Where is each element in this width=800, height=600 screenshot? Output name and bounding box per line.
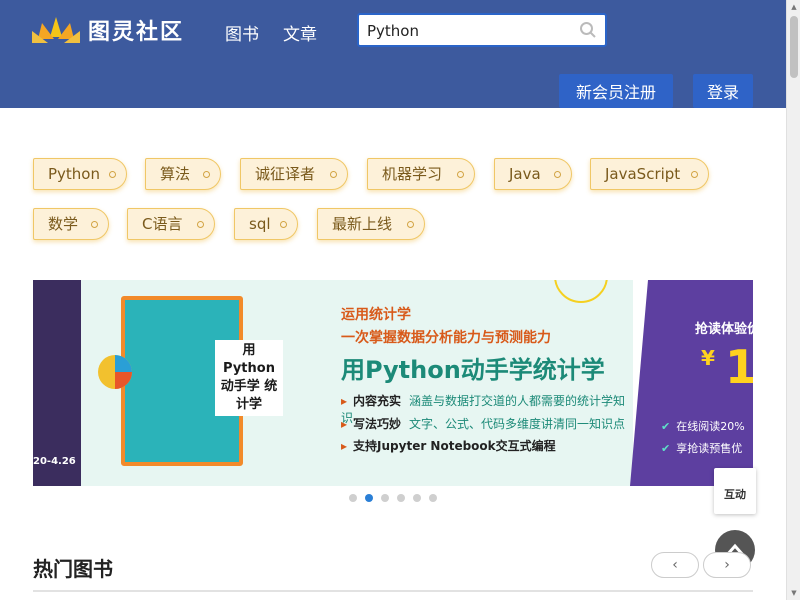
nav-articles[interactable]: 文章 (283, 20, 317, 45)
tag-sql[interactable]: sql (234, 208, 298, 240)
tag-label: Java (509, 165, 541, 183)
tag-python[interactable]: Python (33, 158, 127, 190)
interact-label: 互动 (724, 488, 746, 501)
book-cover: 用Python 动手学 统计学 (121, 296, 283, 466)
tag-label: C语言 (142, 215, 183, 233)
tag-ml[interactable]: 机器学习 (367, 158, 475, 190)
carousel-dot[interactable] (429, 494, 437, 502)
banner-line-2: 一次掌握数据分析能力与预测能力 (341, 330, 551, 346)
promo-title: 抢读体验价 (695, 322, 753, 337)
tag-dot-icon (407, 221, 414, 228)
carousel-banner[interactable]: 20-4.26 用Python 动手学 统计学 运用统计学 一次掌握数据分析能力… (33, 280, 753, 486)
section-divider (33, 590, 753, 592)
carousel-dot[interactable] (381, 494, 389, 502)
tag-dot-icon (554, 171, 561, 178)
carousel-dot[interactable] (349, 494, 357, 502)
banner-feature-2: ▸ 写法巧妙 文字、公式、代码多维度讲清同一知识点 (341, 417, 626, 431)
chevron-left-icon: ‹ (672, 557, 678, 573)
check-icon: ✔ (661, 420, 671, 433)
tag-math[interactable]: 数学 (33, 208, 109, 240)
scroll-up-icon[interactable]: ▲ (787, 0, 800, 14)
carousel-dot-active[interactable] (365, 494, 373, 502)
tag-label: 机器学习 (382, 165, 443, 183)
decor-circle-icon (554, 280, 608, 303)
login-button[interactable]: 登录 (693, 74, 753, 108)
tag-dot-icon (457, 171, 464, 178)
tag-label: 诚征译者 (255, 165, 316, 183)
scroll-thumb[interactable] (790, 16, 798, 78)
tag-dot-icon (280, 221, 287, 228)
section-title-hot-books: 热门图书 (33, 557, 113, 581)
scrollbar[interactable]: ▲ ▼ (786, 0, 800, 600)
tag-dot-icon (203, 171, 210, 178)
carousel-dots (349, 494, 437, 502)
check-icon: ✔ (661, 442, 671, 455)
pie-decor-icon (98, 355, 132, 389)
carousel-dot[interactable] (413, 494, 421, 502)
search-input[interactable] (367, 21, 572, 41)
arrow-icon: ▸ (341, 439, 348, 453)
banner-slide: 用Python 动手学 统计学 运用统计学 一次掌握数据分析能力与预测能力 用P… (81, 280, 633, 486)
banner-feature-3: ▸ 支持Jupyter Notebook交互式编程 (341, 439, 556, 453)
tag-new[interactable]: 最新上线 (317, 208, 425, 240)
next-arrow-button[interactable]: › (703, 552, 751, 578)
banner-line-1: 运用统计学 (341, 307, 411, 323)
arrow-icon: ▸ (341, 417, 348, 431)
tag-label: 最新上线 (332, 215, 393, 233)
tag-label: JavaScript (605, 165, 681, 183)
logo-icon (32, 17, 80, 43)
tag-label: 算法 (160, 165, 191, 183)
promo-bullet: ✔ 享抢读预售优 (661, 442, 743, 455)
tag-label: 数学 (48, 215, 79, 233)
register-button[interactable]: 新会员注册 (559, 74, 673, 108)
tag-dot-icon (109, 171, 116, 178)
logo[interactable]: 图灵社区 (32, 14, 184, 46)
prev-arrow-button[interactable]: ‹ (651, 552, 699, 578)
scroll-down-icon[interactable]: ▼ (787, 586, 800, 600)
logo-text: 图灵社区 (88, 20, 185, 45)
tag-dot-icon (691, 171, 698, 178)
search-box (357, 13, 607, 47)
chevron-right-icon: › (724, 557, 730, 573)
tag-translator[interactable]: 诚征译者 (240, 158, 348, 190)
arrow-icon: ▸ (341, 394, 348, 408)
site-header: 图灵社区 图书 文章 新会员注册 登录 (0, 0, 786, 108)
tag-dot-icon (330, 171, 337, 178)
banner-date: 20-4.26 (33, 456, 76, 467)
tag-dot-icon (91, 221, 98, 228)
interact-widget[interactable]: 互动 (714, 468, 756, 514)
nav-books[interactable]: 图书 (225, 20, 259, 45)
tag-java[interactable]: Java (494, 158, 572, 190)
promo-price: 1 (725, 340, 753, 394)
main-nav: 图书 文章 (225, 20, 317, 45)
tag-algorithm[interactable]: 算法 (145, 158, 221, 190)
carousel-dot[interactable] (397, 494, 405, 502)
promo-currency: ¥ (701, 346, 715, 370)
tag-label: sql (249, 215, 271, 233)
tag-label: Python (48, 165, 100, 183)
banner-prev-slide-edge: 20-4.26 (33, 280, 81, 486)
search-icon[interactable] (579, 21, 597, 39)
tag-dot-icon (197, 221, 204, 228)
tag-c[interactable]: C语言 (127, 208, 215, 240)
promo-bullet: ✔ 在线阅读20% (661, 420, 745, 433)
banner-headline: 用Python动手学统计学 (341, 356, 605, 384)
book-cover-title: 用Python 动手学 统计学 (215, 340, 283, 416)
tag-javascript[interactable]: JavaScript (590, 158, 709, 190)
